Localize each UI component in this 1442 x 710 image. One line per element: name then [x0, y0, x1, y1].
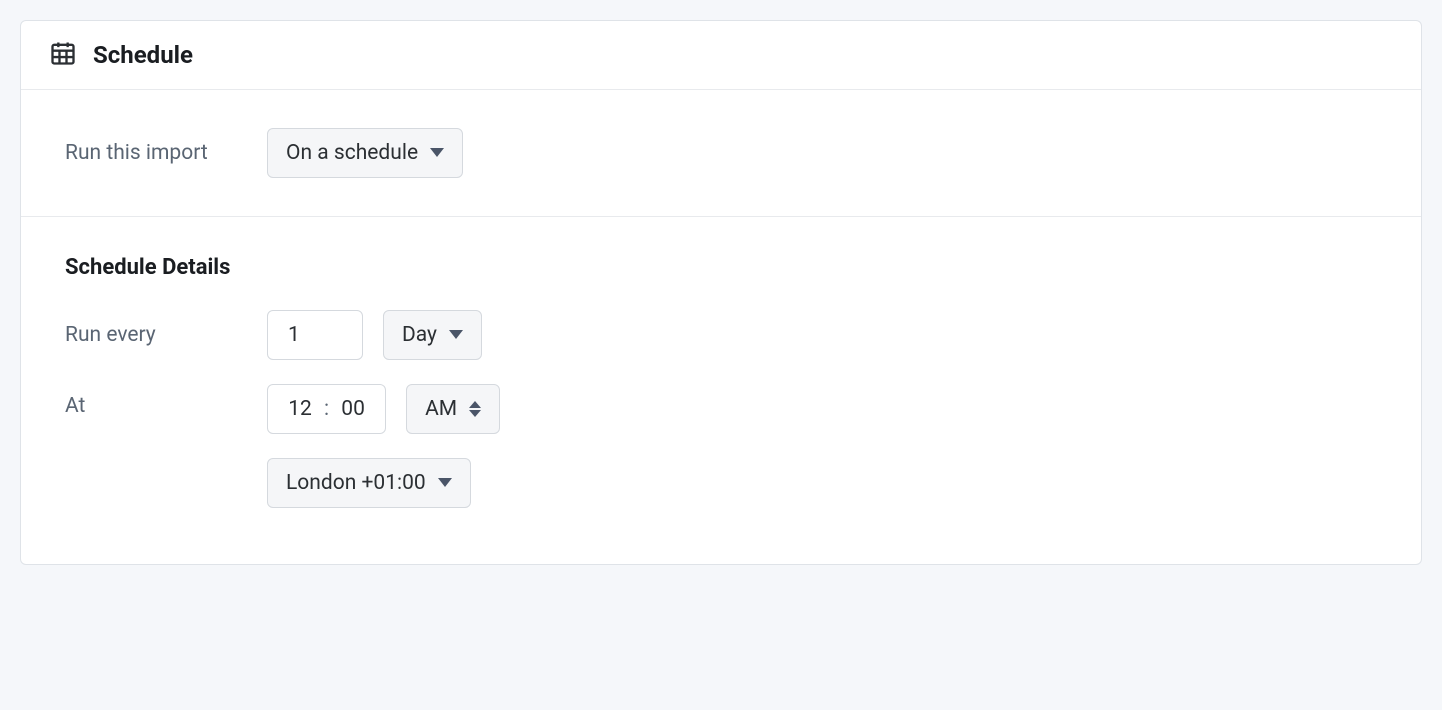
run-import-section: Run this import On a schedule [21, 90, 1421, 217]
meridiem-toggle[interactable]: AM [406, 384, 500, 434]
run-every-count-input[interactable]: 1 [267, 310, 363, 360]
run-every-label: Run every [65, 323, 245, 347]
time-input[interactable]: 12 : 00 [267, 384, 386, 434]
schedule-details-section: Schedule Details Run every 1 Day At 12 [21, 217, 1421, 564]
run-import-dropdown[interactable]: On a schedule [267, 128, 463, 178]
calendar-icon [49, 39, 77, 71]
run-every-row: Run every 1 Day [65, 310, 1377, 360]
hour-value: 12 [286, 397, 314, 421]
run-every-unit-dropdown[interactable]: Day [383, 310, 482, 360]
time-colon: : [324, 397, 329, 421]
run-every-unit-value: Day [402, 323, 437, 347]
timezone-value: London +01:00 [286, 471, 426, 495]
minute-value: 00 [339, 397, 367, 421]
run-import-label: Run this import [65, 141, 245, 165]
at-row: At 12 : 00 AM [65, 384, 1377, 508]
schedule-card: Schedule Run this import On a schedule S… [20, 20, 1422, 565]
meridiem-value: AM [425, 397, 457, 421]
timezone-dropdown[interactable]: London +01:00 [267, 458, 471, 508]
card-header: Schedule [21, 21, 1421, 90]
sort-icon [469, 401, 481, 417]
chevron-down-icon [430, 148, 444, 158]
chevron-down-icon [449, 330, 463, 340]
at-label: At [65, 384, 245, 418]
card-title: Schedule [93, 41, 193, 69]
chevron-down-icon [438, 478, 452, 488]
schedule-details-heading: Schedule Details [65, 255, 1377, 280]
run-import-selected: On a schedule [286, 141, 418, 165]
